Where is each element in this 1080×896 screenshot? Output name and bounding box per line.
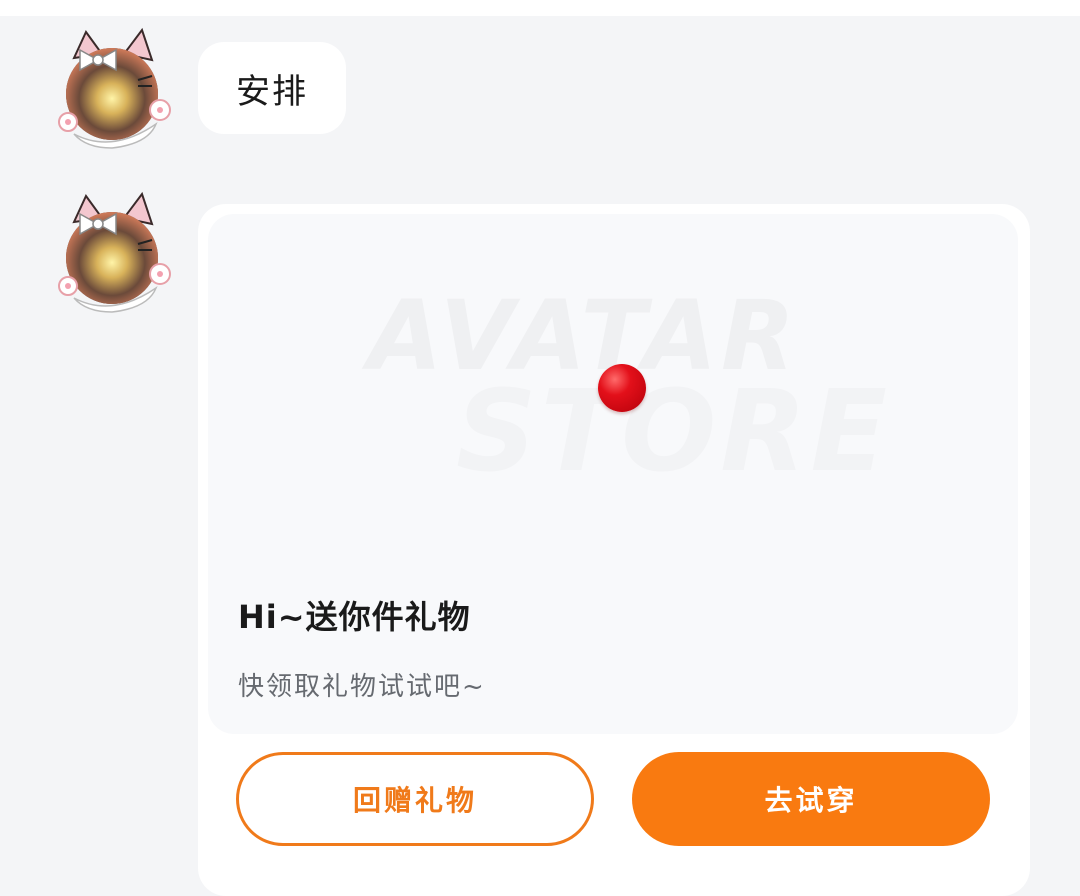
banner-watermark-line2: STORE — [456, 367, 892, 497]
gift-card-title: Hi~送你件礼物 — [238, 598, 471, 636]
return-gift-button[interactable]: 回赠礼物 — [236, 752, 594, 846]
message-text: 安排 — [236, 71, 308, 112]
chat-area[interactable]: 安排 AVATAR STORE Hi~送你件礼物 快领取礼物试试吧~ 回赠礼物 … — [0, 16, 1080, 896]
sender-avatar[interactable] — [52, 188, 172, 318]
top-bar — [0, 0, 1080, 16]
gift-banner[interactable]: AVATAR STORE — [208, 214, 1018, 734]
cat-ear-avatar-icon — [58, 191, 171, 313]
try-on-label: 去试穿 — [764, 784, 858, 817]
red-dot-icon — [598, 364, 646, 412]
cat-ear-avatar-icon — [58, 27, 171, 149]
return-gift-label: 回赠礼物 — [352, 784, 477, 817]
gift-card[interactable]: AVATAR STORE Hi~送你件礼物 快领取礼物试试吧~ 回赠礼物 去试穿 — [198, 204, 1030, 896]
try-on-button[interactable]: 去试穿 — [632, 752, 990, 846]
message-bubble[interactable]: 安排 — [198, 42, 346, 134]
gift-card-subtitle: 快领取礼物试试吧~ — [238, 672, 486, 702]
sender-avatar[interactable] — [52, 24, 172, 154]
